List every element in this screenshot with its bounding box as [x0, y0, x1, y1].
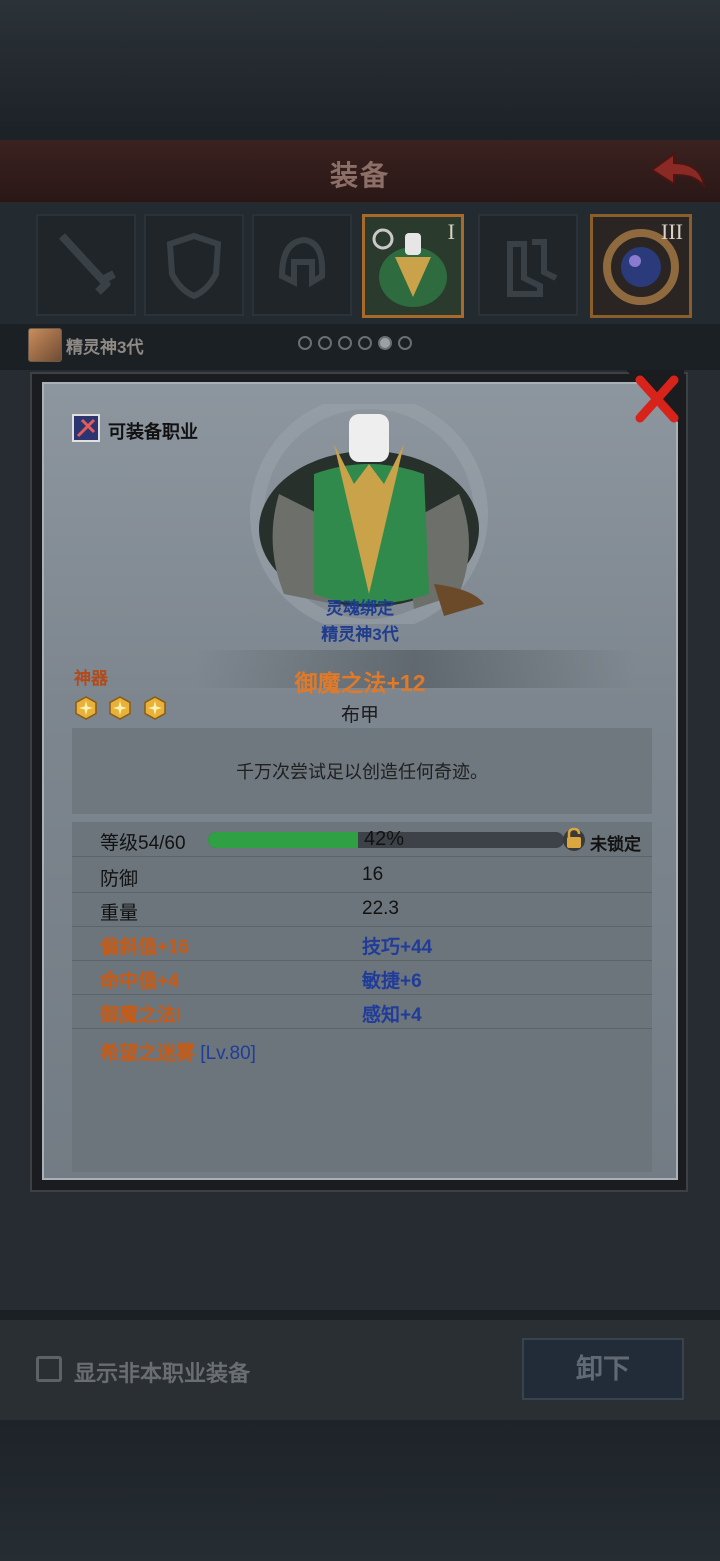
tab-tier-label: III — [661, 219, 683, 244]
level-percent: 42% — [364, 828, 405, 850]
armor-item-icon — [250, 404, 488, 624]
bonus-stat: 技巧+44 — [362, 937, 433, 958]
equipment-slot-tabs: I III — [0, 202, 720, 324]
tab-shield-slot[interactable] — [144, 214, 244, 316]
padlock-icon[interactable] — [562, 826, 586, 852]
unequip-button[interactable]: 卸下 — [522, 1338, 684, 1400]
tab-weapon-slot[interactable] — [36, 214, 136, 316]
popup-panel: 可装备职业 灵魂绑定 精灵神3代 神器 御魔之法+12 布甲 千万次尝试足以创造… — [42, 382, 678, 1180]
bonus-stat: 偏斜值+16 — [100, 937, 190, 958]
tab-boots-slot[interactable] — [478, 214, 578, 316]
level-label: 等级54/60 — [100, 833, 186, 854]
set-skill-row: 希望之迷雾 [Lv.80] — [72, 1028, 652, 1065]
item-type: 布甲 — [340, 705, 379, 726]
bottom-background — [0, 1420, 720, 1561]
page-dot[interactable] — [358, 336, 372, 350]
item-description: 千万次尝试足以创造任何奇迹。 — [236, 762, 488, 782]
set-skill-level: [Lv.80] — [200, 1043, 256, 1064]
class-requirement-icon — [72, 414, 100, 442]
shield-icon — [166, 232, 222, 300]
description-box: 千万次尝试足以创造任何奇迹。 — [72, 728, 652, 814]
page-indicator — [298, 336, 418, 355]
bonus-stat: 感知+4 — [362, 1005, 422, 1026]
class-requirement-label[interactable]: 可装备职业 — [108, 418, 198, 444]
character-row: 精灵神3代 — [28, 328, 708, 362]
page-title: 装备 — [329, 160, 390, 191]
stat-row: 命中值+4 敏捷+6 — [72, 960, 652, 995]
bonus-stat: 御魔之法I — [100, 1005, 182, 1026]
lock-status[interactable]: 未锁定 — [590, 830, 641, 855]
stat-row: 御魔之法I 感知+4 — [72, 994, 652, 1029]
stats-panel: 等级54/60 42% 未锁定 防御 16 重量 22.3 偏斜值+16 技巧+… — [72, 822, 652, 1172]
sword-icon — [59, 233, 116, 295]
page-dot[interactable] — [398, 336, 412, 350]
page-dot[interactable] — [298, 336, 312, 350]
set-skill: 希望之迷雾 [Lv.80] — [100, 1038, 256, 1065]
show-other-class-checkbox[interactable] — [36, 1356, 62, 1382]
checkbox-label: 显示非本职业装备 — [74, 1361, 251, 1386]
tab-armor-slot[interactable]: I — [362, 214, 464, 318]
bottom-bar: 显示非本职业装备 卸下 — [0, 1320, 720, 1420]
stat-row: 偏斜值+16 技巧+44 — [72, 926, 652, 961]
level-row: 等级54/60 42% 未锁定 — [72, 822, 652, 857]
stat-row: 防御 16 — [72, 858, 652, 893]
tab-helmet-slot[interactable] — [252, 214, 352, 316]
tab-accessory-slot[interactable]: III — [590, 214, 692, 318]
bonus-stat: 敏捷+6 — [362, 971, 422, 992]
helmet-icon — [278, 236, 326, 288]
page-dot[interactable] — [318, 336, 332, 350]
item-name: 御魔之法+12 — [294, 670, 426, 696]
bonus-stat: 命中值+4 — [100, 971, 179, 992]
close-icon[interactable] — [626, 370, 684, 428]
bound-character-name: 精灵神3代 — [321, 625, 399, 644]
stat-name: 重量 — [100, 903, 139, 924]
avatar[interactable] — [28, 328, 62, 362]
stat-value: 16 — [362, 864, 384, 885]
set-skill-name: 希望之迷雾 — [100, 1043, 196, 1064]
tab-tier-label: I — [447, 219, 455, 244]
back-arrow-icon[interactable] — [648, 148, 706, 192]
page-dot[interactable] — [338, 336, 352, 350]
header-bar: 装备 — [0, 140, 720, 204]
stat-row: 重量 22.3 — [72, 892, 652, 927]
soulbound-label: 灵魂绑定 — [326, 599, 394, 618]
character-name: 精灵神3代 — [66, 338, 144, 357]
level-progress-fill — [208, 832, 358, 848]
boots-icon — [507, 239, 558, 297]
stat-name: 防御 — [100, 869, 139, 890]
stat-value: 22.3 — [362, 898, 399, 919]
item-detail-popup: 可装备职业 灵魂绑定 精灵神3代 神器 御魔之法+12 布甲 千万次尝试足以创造… — [30, 370, 688, 1192]
page-dot-active[interactable] — [378, 336, 392, 350]
armor-thumbnail-icon — [365, 217, 461, 315]
top-background — [0, 0, 720, 140]
